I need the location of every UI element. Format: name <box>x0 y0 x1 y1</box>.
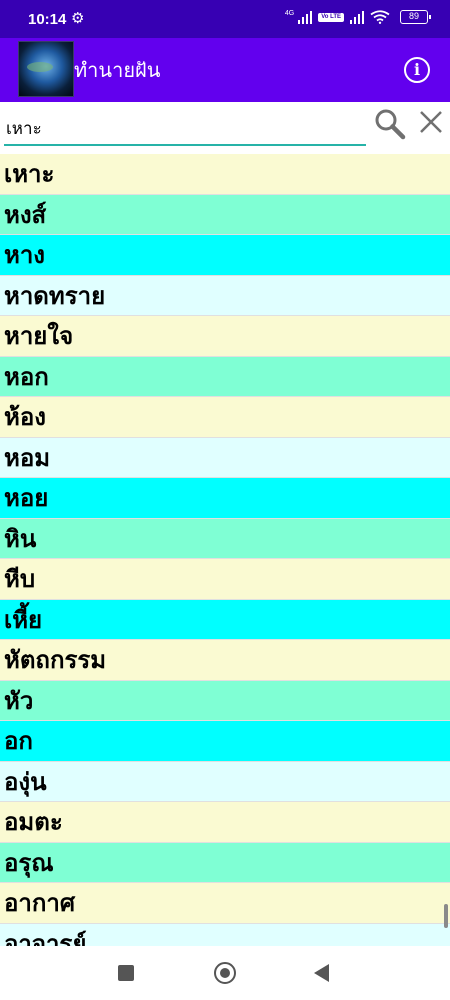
list-item[interactable]: หัว <box>0 680 450 721</box>
wifi-icon <box>370 10 390 24</box>
home-button[interactable] <box>214 962 236 984</box>
list-item[interactable]: หัตถกรรม <box>0 640 450 681</box>
list-item[interactable]: เหาะ <box>0 154 450 195</box>
list-item[interactable]: เหี้ย <box>0 599 450 640</box>
close-icon[interactable] <box>418 109 444 135</box>
status-icons: 4G Vo LTE 89 <box>284 10 431 24</box>
search-row <box>0 102 450 154</box>
scrollbar-thumb[interactable] <box>444 904 448 928</box>
list-item[interactable]: หอม <box>0 437 450 478</box>
battery-icon: 89 <box>400 10 431 24</box>
app-title: ทำนายฝัน <box>74 58 161 82</box>
list-item[interactable]: หอย <box>0 478 450 519</box>
volte-badge: Vo LTE <box>318 12 344 22</box>
list-item[interactable]: หาดทราย <box>0 275 450 316</box>
app-logo-earth-icon <box>18 41 74 97</box>
list-item[interactable]: หายใจ <box>0 316 450 357</box>
app-bar: ทำนายฝัน i <box>0 38 450 102</box>
signal-icon-2 <box>350 10 364 24</box>
status-bar: 10:14 ⚙ 4G Vo LTE 89 <box>0 0 450 38</box>
navigation-bar <box>0 946 450 1000</box>
list-item[interactable]: องุ่น <box>0 761 450 802</box>
network-type-label: 4G <box>284 10 295 17</box>
list-item[interactable]: หอก <box>0 356 450 397</box>
list-item[interactable]: อมตะ <box>0 802 450 843</box>
list-item[interactable]: อาจารย์ <box>0 923 450 946</box>
info-icon: i <box>413 60 421 79</box>
list-item[interactable]: ห้อง <box>0 397 450 438</box>
signal-icon <box>298 10 313 24</box>
recent-apps-button[interactable] <box>118 965 134 981</box>
settings-gear-icon: ⚙ <box>71 9 85 27</box>
list-item[interactable]: หิน <box>0 518 450 559</box>
list-item[interactable]: อก <box>0 721 450 762</box>
list-item[interactable]: อากาศ <box>0 883 450 924</box>
word-list[interactable]: เหาะ หงส์ หาง หาดทราย หายใจ หอก ห้อง หอม หอย หินห… <box>0 154 450 946</box>
status-time: 10:14 <box>28 11 67 28</box>
info-button[interactable]: i <box>404 57 430 83</box>
list-item[interactable]: อรุณ <box>0 842 450 883</box>
list-item[interactable]: หีบ <box>0 559 450 600</box>
list-item[interactable]: หงส์ <box>0 194 450 235</box>
search-input[interactable] <box>4 112 366 146</box>
back-button[interactable] <box>314 964 329 982</box>
list-item[interactable]: หาง <box>0 235 450 276</box>
search-icon[interactable] <box>374 108 406 140</box>
